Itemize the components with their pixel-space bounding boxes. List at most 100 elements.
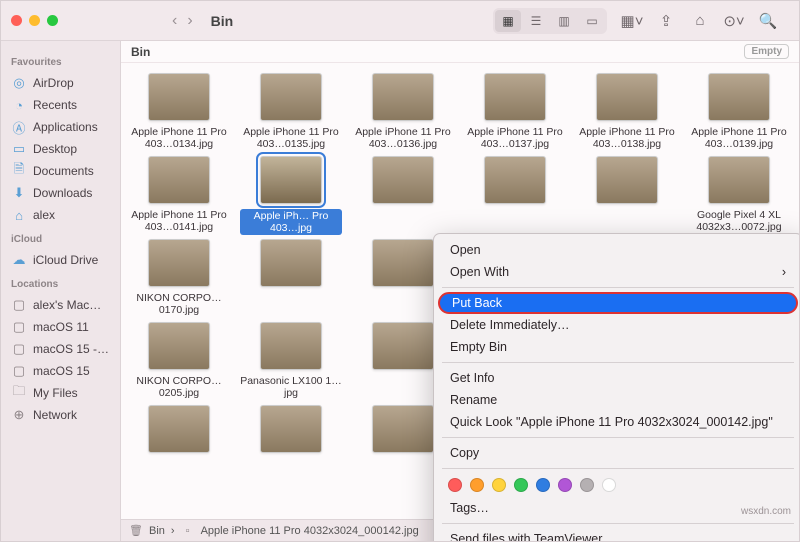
icon-view-button[interactable]: ▦ [495,10,521,32]
file-thumbnail[interactable] [260,73,322,121]
sidebar-item-home[interactable]: ⌂alex [7,204,114,226]
menu-item-open[interactable]: Open [434,239,800,261]
file-thumbnail[interactable] [260,405,322,453]
more-actions-button[interactable]: ⊙˅ [721,10,747,32]
forward-button[interactable]: › [187,12,192,30]
sidebar-item-applications[interactable]: ⒶApplications [7,116,114,138]
path-segment[interactable]: Bin [149,525,165,537]
file-item[interactable]: Apple iPhone 11 Pro 403…0137.jpg [461,73,569,152]
sidebar-item-network[interactable]: ⊕Network [7,404,114,426]
tag-color-dot[interactable] [580,478,594,492]
file-item[interactable]: Apple iPhone 11 Pro 403…0138.jpg [573,73,681,152]
file-name-label: Apple iPhone 11 Pro 403…0134.jpg [128,126,230,152]
file-item[interactable] [573,156,681,235]
sidebar-item-icloud-drive[interactable]: ☁iCloud Drive [7,249,114,271]
menu-item-rename[interactable]: Rename [434,389,800,411]
tag-color-dot[interactable] [492,478,506,492]
sidebar-item-documents[interactable]: 🗎Documents [7,160,114,182]
file-item[interactable]: Apple iPhone 11 Pro 403…0141.jpg [125,156,233,235]
column-view-button[interactable]: ▥ [551,10,577,32]
tag-color-dot[interactable] [558,478,572,492]
gallery-view-button[interactable]: ▭ [579,10,605,32]
file-thumbnail[interactable] [372,322,434,370]
file-thumbnail[interactable] [484,73,546,121]
view-mode-group: ▦ ☰ ▥ ▭ [493,8,607,34]
sidebar-item-recents[interactable]: ◔Recents [7,94,114,116]
file-item[interactable]: Panasonic LX100 1…jpg [237,322,345,401]
watermark: wsxdn.com [741,506,791,517]
tag-color-none[interactable] [602,478,616,492]
file-item[interactable]: Apple iPhone 11 Pro 403…0135.jpg [237,73,345,152]
sidebar-item-label: macOS 11 [33,320,89,334]
tags-button[interactable]: ⌂ [687,10,713,32]
file-item[interactable] [349,156,457,235]
file-thumbnail[interactable] [148,73,210,121]
file-item[interactable]: Google Pixel 4 XL 4032x3…0072.jpg [685,156,793,235]
sidebar-item-label: Network [33,408,77,422]
menu-item-delete-immediately[interactable]: Delete Immediately… [434,314,800,336]
file-item[interactable]: Apple iPhone 11 Pro 403…0136.jpg [349,73,457,152]
file-item[interactable]: Apple iPh… Pro 403…jpg [237,156,345,235]
sidebar-item-my-files[interactable]: 🗀My Files [7,382,114,404]
menu-item-get-info[interactable]: Get Info [434,367,800,389]
search-button[interactable]: 🔍 [755,10,781,32]
file-thumbnail[interactable] [596,156,658,204]
file-item[interactable] [461,156,569,235]
file-name-label: Apple iPhone 11 Pro 403…0137.jpg [464,126,566,152]
group-by-button[interactable]: ▦˅ [619,10,645,32]
file-thumbnail[interactable] [484,156,546,204]
sidebar-item-macos-11[interactable]: ▢ macOS 11 [7,316,114,338]
file-thumbnail[interactable] [372,405,434,453]
menu-item-empty-bin[interactable]: Empty Bin [434,336,800,358]
sidebar-item-macos-15[interactable]: ▢macOS 15 [7,360,114,382]
share-button[interactable]: ⇪ [653,10,679,32]
list-view-button[interactable]: ☰ [523,10,549,32]
file-thumbnail[interactable] [148,239,210,287]
file-item[interactable]: NIKON CORPO…0170.jpg [125,239,233,318]
tag-color-dot[interactable] [470,478,484,492]
file-item[interactable] [125,405,233,484]
back-button[interactable]: ‹ [172,12,177,30]
file-thumbnail[interactable] [148,156,210,204]
sidebar-item-airdrop[interactable]: ◎AirDrop [7,72,114,94]
path-segment[interactable]: Apple iPhone 11 Pro 4032x3024_000142.jpg [201,525,419,537]
file-item[interactable] [237,239,345,318]
sidebar-item-macos-15a[interactable]: ▢macOS 15 -… [7,338,114,360]
empty-bin-button[interactable]: Empty [744,44,789,59]
file-thumbnail[interactable] [708,156,770,204]
menu-item-quick-look[interactable]: Quick Look "Apple iPhone 11 Pro 4032x302… [434,411,800,433]
traffic-lights [11,15,58,26]
file-thumbnail[interactable] [372,239,434,287]
file-item[interactable]: Apple iPhone 11 Pro 403…0134.jpg [125,73,233,152]
tag-color-dot[interactable] [514,478,528,492]
sidebar-item-downloads[interactable]: ⬇Downloads [7,182,114,204]
tag-color-dot[interactable] [536,478,550,492]
zoom-window-button[interactable] [47,15,58,26]
file-thumbnail[interactable] [372,73,434,121]
close-window-button[interactable] [11,15,22,26]
file-thumbnail[interactable] [708,73,770,121]
menu-item-teamviewer[interactable]: Send files with TeamViewer [434,528,800,542]
file-thumbnail[interactable] [596,73,658,121]
file-thumbnail[interactable] [148,322,210,370]
file-thumbnail[interactable] [148,405,210,453]
file-thumbnail[interactable] [260,239,322,287]
menu-item-copy[interactable]: Copy [434,442,800,464]
tag-color-dot[interactable] [448,478,462,492]
minimize-window-button[interactable] [29,15,40,26]
menu-tag-colors [434,473,800,497]
disk-icon: ▢ [11,319,27,335]
file-thumbnail[interactable] [260,322,322,370]
menu-item-put-back[interactable]: Put Back [438,292,798,314]
file-item[interactable]: NIKON CORPO…0205.jpg [125,322,233,401]
file-thumbnail[interactable] [260,156,322,204]
menu-item-open-with[interactable]: Open With› [434,261,800,283]
file-item[interactable]: Apple iPhone 11 Pro 403…0139.jpg [685,73,793,152]
sidebar-item-desktop[interactable]: ▭Desktop [7,138,114,160]
file-thumbnail[interactable] [372,156,434,204]
sidebar-item-alex-mac[interactable]: ▢alex's Mac… [7,294,114,316]
file-name-label: Panasonic LX100 1…jpg [240,375,342,401]
menu-separator [442,523,794,524]
sidebar-item-label: Desktop [33,142,77,156]
file-item[interactable] [237,405,345,484]
